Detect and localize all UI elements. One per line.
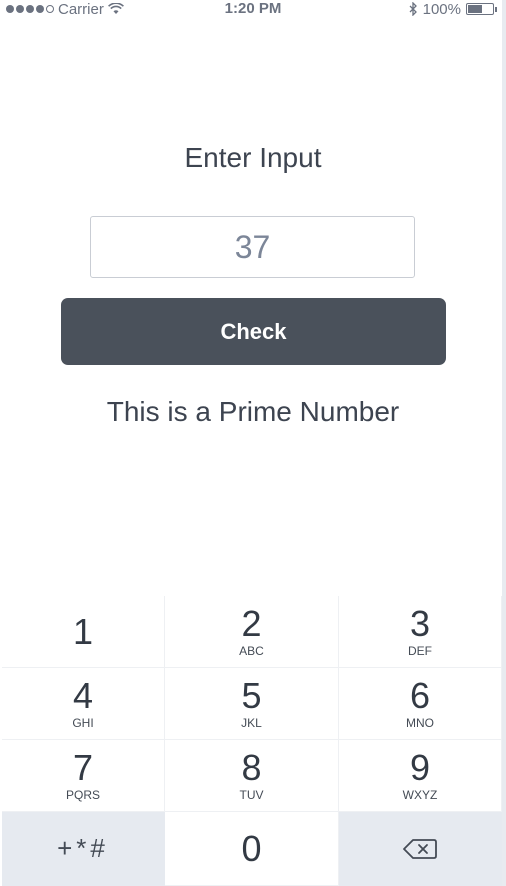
key-letters: GHI [72,715,94,730]
key-9[interactable]: 9 WXYZ [339,740,502,812]
battery-percent: 100% [422,0,461,18]
key-digit: 2 [241,602,262,644]
key-digit: 0 [241,827,262,869]
key-digit: 9 [409,746,431,788]
bluetooth-icon [409,2,417,16]
key-6[interactable]: 6 MNO [339,668,502,740]
numeric-keypad: 1 2 ABC 3 DEF 4 GHI 5 JKL 6 MNO 7 PQRS 8… [2,596,502,886]
key-letters: PQRS [65,787,100,802]
key-letters: TUV [239,787,264,802]
key-2[interactable]: 2 ABC [165,596,339,668]
key-digit: 6 [409,674,431,716]
key-digit: 1 [72,610,94,652]
key-letters: DEF [408,643,432,658]
status-bar: Carrier 1:20 PM 100% [0,0,506,20]
key-letters: WXYZ [402,787,438,802]
key-7[interactable]: 7 PQRS [2,740,165,812]
result-text: This is a Prime Number [106,396,400,427]
key-5[interactable]: 5 JKL [165,668,339,740]
status-right: 100% [409,0,497,18]
key-symbols[interactable]: +*# [2,812,165,886]
key-digit: 7 [72,746,94,788]
key-digit: 8 [241,746,262,788]
key-digit: 5 [241,674,262,716]
key-3[interactable]: 3 DEF [339,596,502,668]
key-letters: MNO [406,715,434,730]
key-letters: JKL [241,715,262,730]
page-title: Enter Input [184,142,322,173]
key-digit: 3 [409,602,431,644]
key-1[interactable]: 1 [2,596,165,668]
key-4[interactable]: 4 GHI [2,668,165,740]
key-letters: ABC [239,643,264,658]
key-0[interactable]: 0 [165,812,339,886]
key-digit: 4 [72,674,94,716]
key-8[interactable]: 8 TUV [165,740,339,812]
battery-icon [466,3,497,15]
delete-key[interactable] [339,812,502,886]
frame-edge [502,0,506,886]
number-input[interactable]: 37 [90,216,415,278]
backspace-icon [403,838,437,859]
symbols-label: +*# [57,833,109,863]
check-button[interactable]: Check [61,298,446,365]
